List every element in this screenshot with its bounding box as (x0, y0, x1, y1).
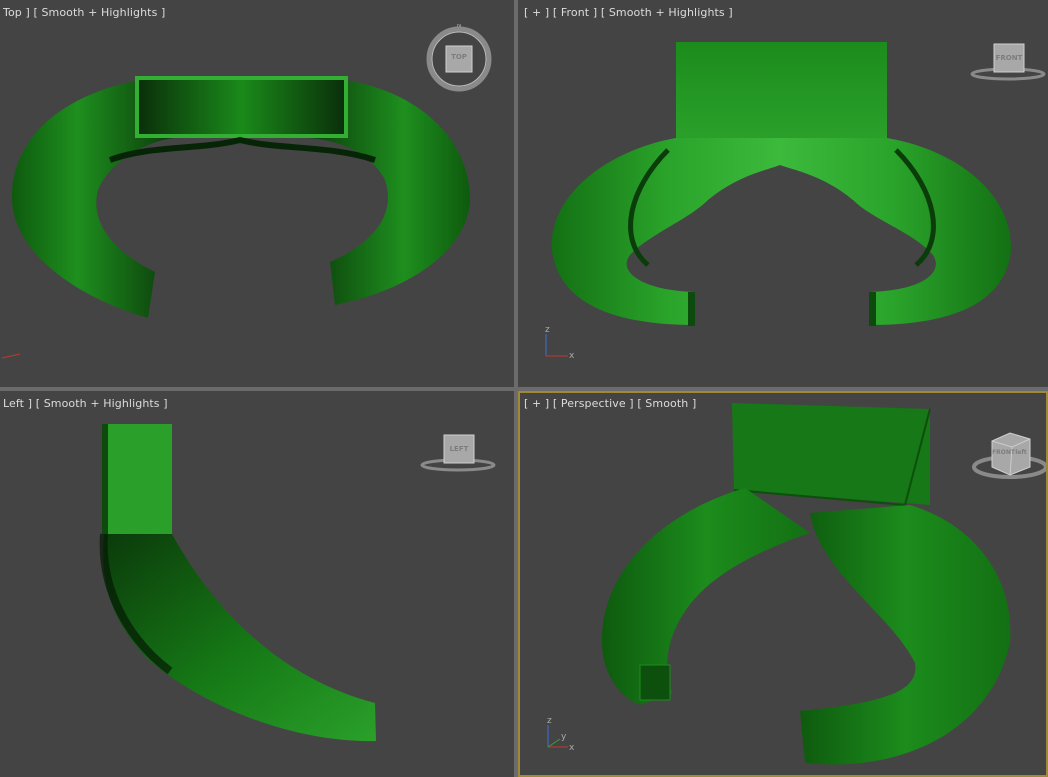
perspective-view-mesh (601, 403, 1011, 765)
axis-z-label: z (547, 716, 552, 726)
viewport-top-label[interactable]: Top ] [ Smooth + Highlights ] (3, 6, 165, 19)
front-view-mesh (551, 42, 1012, 326)
viewport-name-menu[interactable]: Left ] (3, 397, 32, 410)
viewcube-perspective[interactable]: FRONT left (972, 427, 1046, 481)
shading-mode-menu[interactable]: [ Smooth ] (637, 397, 696, 410)
viewport-front[interactable]: [ + ] [ Front ] [ Smooth + Highlights ] … (518, 0, 1048, 387)
viewport-perspective-label[interactable]: [ + ] [ Perspective ] [ Smooth ] (524, 397, 696, 410)
viewport-perspective[interactable]: [ + ] [ Perspective ] [ Smooth ] FRONT l… (518, 391, 1048, 777)
axis-tripod: z y x (547, 716, 575, 753)
viewcube-side-label: left (1015, 449, 1027, 456)
viewcube-face-label: FRONT (992, 449, 1015, 456)
axis-y-label: y (561, 732, 567, 742)
shading-mode-menu[interactable]: [ Smooth + Highlights ] (601, 6, 733, 19)
viewcube-face-label: LEFT (449, 445, 469, 453)
axis-tripod: z x (545, 325, 575, 361)
axis-z-label: z (545, 325, 550, 335)
viewport-top[interactable]: Top ] [ Smooth + Highlights ] N TOP (0, 0, 514, 387)
viewcube-front[interactable]: FRONT (970, 40, 1046, 82)
viewport-name-menu[interactable]: Top ] (3, 6, 30, 19)
shading-mode-menu[interactable]: [ Smooth + Highlights ] (36, 397, 168, 410)
shading-mode-menu[interactable]: [ Smooth + Highlights ] (33, 6, 165, 19)
viewport-left[interactable]: Left ] [ Smooth + Highlights ] LEFT (0, 391, 514, 777)
axis-x-label: x (569, 351, 575, 361)
viewcube-face-label: TOP (451, 53, 467, 61)
viewcube-top[interactable]: N TOP (424, 24, 494, 94)
svg-text:N: N (457, 24, 462, 29)
viewport-front-label[interactable]: [ + ] [ Front ] [ Smooth + Highlights ] (524, 6, 733, 19)
viewport-plus-menu[interactable]: [ + ] (524, 397, 549, 410)
viewcube-left[interactable]: LEFT (420, 431, 496, 473)
viewport-name-menu[interactable]: [ Front ] (553, 6, 597, 19)
viewport-plus-menu[interactable]: [ + ] (524, 6, 549, 19)
viewcube-face-label: FRONT (995, 54, 1023, 62)
viewport-left-label[interactable]: Left ] [ Smooth + Highlights ] (3, 397, 168, 410)
axis-x-label: x (569, 743, 575, 753)
viewport-name-menu[interactable]: [ Perspective ] (553, 397, 634, 410)
